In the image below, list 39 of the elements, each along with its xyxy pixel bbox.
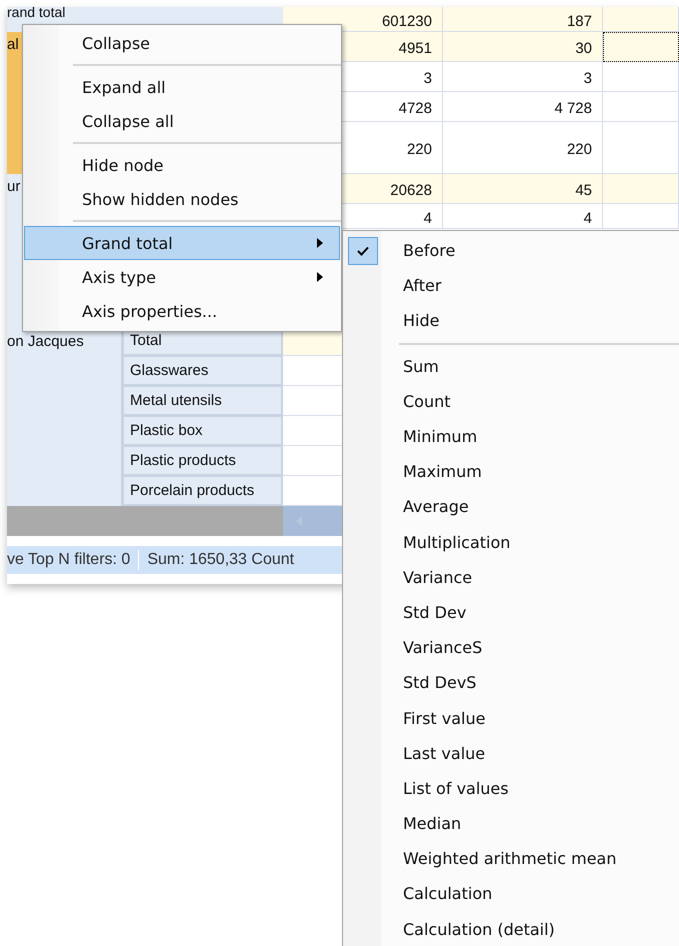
table-cell: 4 xyxy=(443,204,603,229)
row-header[interactable]: Porcelain products xyxy=(122,476,283,506)
menu-item[interactable]: Minimum xyxy=(343,418,679,454)
menu-item[interactable]: Average xyxy=(343,489,679,524)
table-cell: 30 xyxy=(443,32,603,62)
menu-item[interactable]: Std DevS xyxy=(343,665,679,700)
menu-item[interactable]: First value xyxy=(343,700,679,736)
checkmark-icon xyxy=(357,246,369,256)
row-header[interactable]: on Jacques xyxy=(7,326,122,506)
menu-item[interactable]: Multiplication xyxy=(343,524,679,560)
status-text: ve Top N filters: 0 xyxy=(7,551,130,569)
menu-item[interactable]: Weighted arithmetic mean xyxy=(343,841,679,876)
menu-item[interactable]: Axis properties... xyxy=(24,294,340,328)
menu-item[interactable]: Last value xyxy=(343,736,679,771)
row-header[interactable]: Plastic products xyxy=(122,446,283,476)
menu-item[interactable]: Axis type xyxy=(24,260,340,294)
table-cell: 187 xyxy=(443,7,603,32)
menu-item[interactable]: Median xyxy=(343,806,679,842)
menu-item[interactable]: List of values xyxy=(343,770,679,806)
menu-item[interactable]: After xyxy=(343,268,679,304)
menu-item[interactable]: Std Dev xyxy=(343,594,679,630)
table-cell: 220 xyxy=(443,122,603,174)
status-text: Sum: 1650,33 Count xyxy=(147,551,294,569)
table-cell: 45 xyxy=(443,174,603,204)
menu-item[interactable]: VarianceS xyxy=(343,630,679,666)
table-cell: 4 728 xyxy=(443,92,603,122)
menu-item[interactable]: Calculation xyxy=(343,876,679,912)
row-header[interactable]: Plastic box xyxy=(122,416,283,446)
row-header[interactable]: Metal utensils xyxy=(122,386,283,416)
table-cell: 3 xyxy=(443,62,603,92)
menu-item[interactable]: Before xyxy=(343,233,679,268)
menu-item[interactable]: Sum xyxy=(343,348,679,384)
menu-item[interactable]: Grand total xyxy=(24,226,340,260)
row-header[interactable]: Glasswares xyxy=(122,356,283,386)
menu-item[interactable]: Hide xyxy=(343,303,679,339)
menu-item[interactable]: Count xyxy=(343,384,679,419)
menu-item[interactable]: Maximum xyxy=(343,454,679,490)
menu-item[interactable]: Calculation (detail) xyxy=(343,912,679,946)
menu-item[interactable]: Variance xyxy=(343,560,679,595)
